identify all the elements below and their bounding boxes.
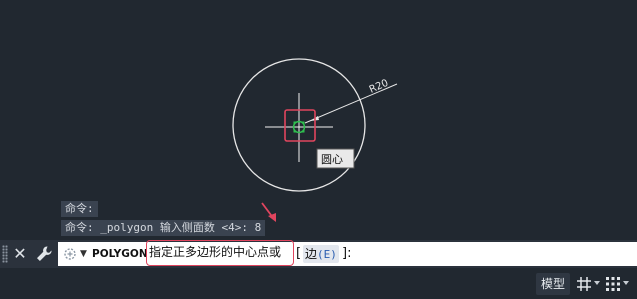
command-input[interactable]: ▼ POLYGON 指定正多边形的中心点或 [ 边(E) ]: <box>58 240 637 266</box>
prompt-text: 指定正多边形的中心点或 <box>146 240 294 266</box>
cursor-highlight-box <box>284 109 316 142</box>
command-history-line: 命令: <box>61 201 98 217</box>
command-history-line: 命令: _polygon 输入侧面数 <4>: 8 <box>61 220 266 236</box>
radius-label: R20 <box>368 78 390 96</box>
drag-grip-icon[interactable] <box>2 245 8 263</box>
chevron-down-icon[interactable]: ▼ <box>80 246 87 262</box>
grid-icon[interactable] <box>575 275 593 293</box>
command-customize-icon[interactable] <box>63 247 77 261</box>
option-bracket-close: ]: <box>342 246 352 261</box>
annotation-arrow-head-icon <box>268 213 276 222</box>
close-icon[interactable]: ✕ <box>12 242 28 266</box>
option-edge-button[interactable]: 边(E) <box>303 245 339 263</box>
status-bar: 模型 <box>0 268 637 299</box>
chevron-down-icon[interactable] <box>593 279 601 287</box>
snap-mode-icon[interactable] <box>604 275 622 293</box>
command-name: POLYGON <box>92 248 148 260</box>
option-bracket-open: [ <box>296 246 302 261</box>
option-edge-key: (E) <box>317 248 337 261</box>
chevron-down-icon[interactable] <box>622 279 630 287</box>
option-edge-label: 边 <box>305 247 318 261</box>
model-tab-button[interactable]: 模型 <box>536 273 570 295</box>
wrench-icon[interactable] <box>34 244 54 264</box>
osnap-tooltip-label: 圆心 <box>321 153 343 166</box>
command-line-bar: ✕ ▼ POLYGON 指定正多边形的中心点或 [ 边(E) ]: <box>0 240 637 268</box>
